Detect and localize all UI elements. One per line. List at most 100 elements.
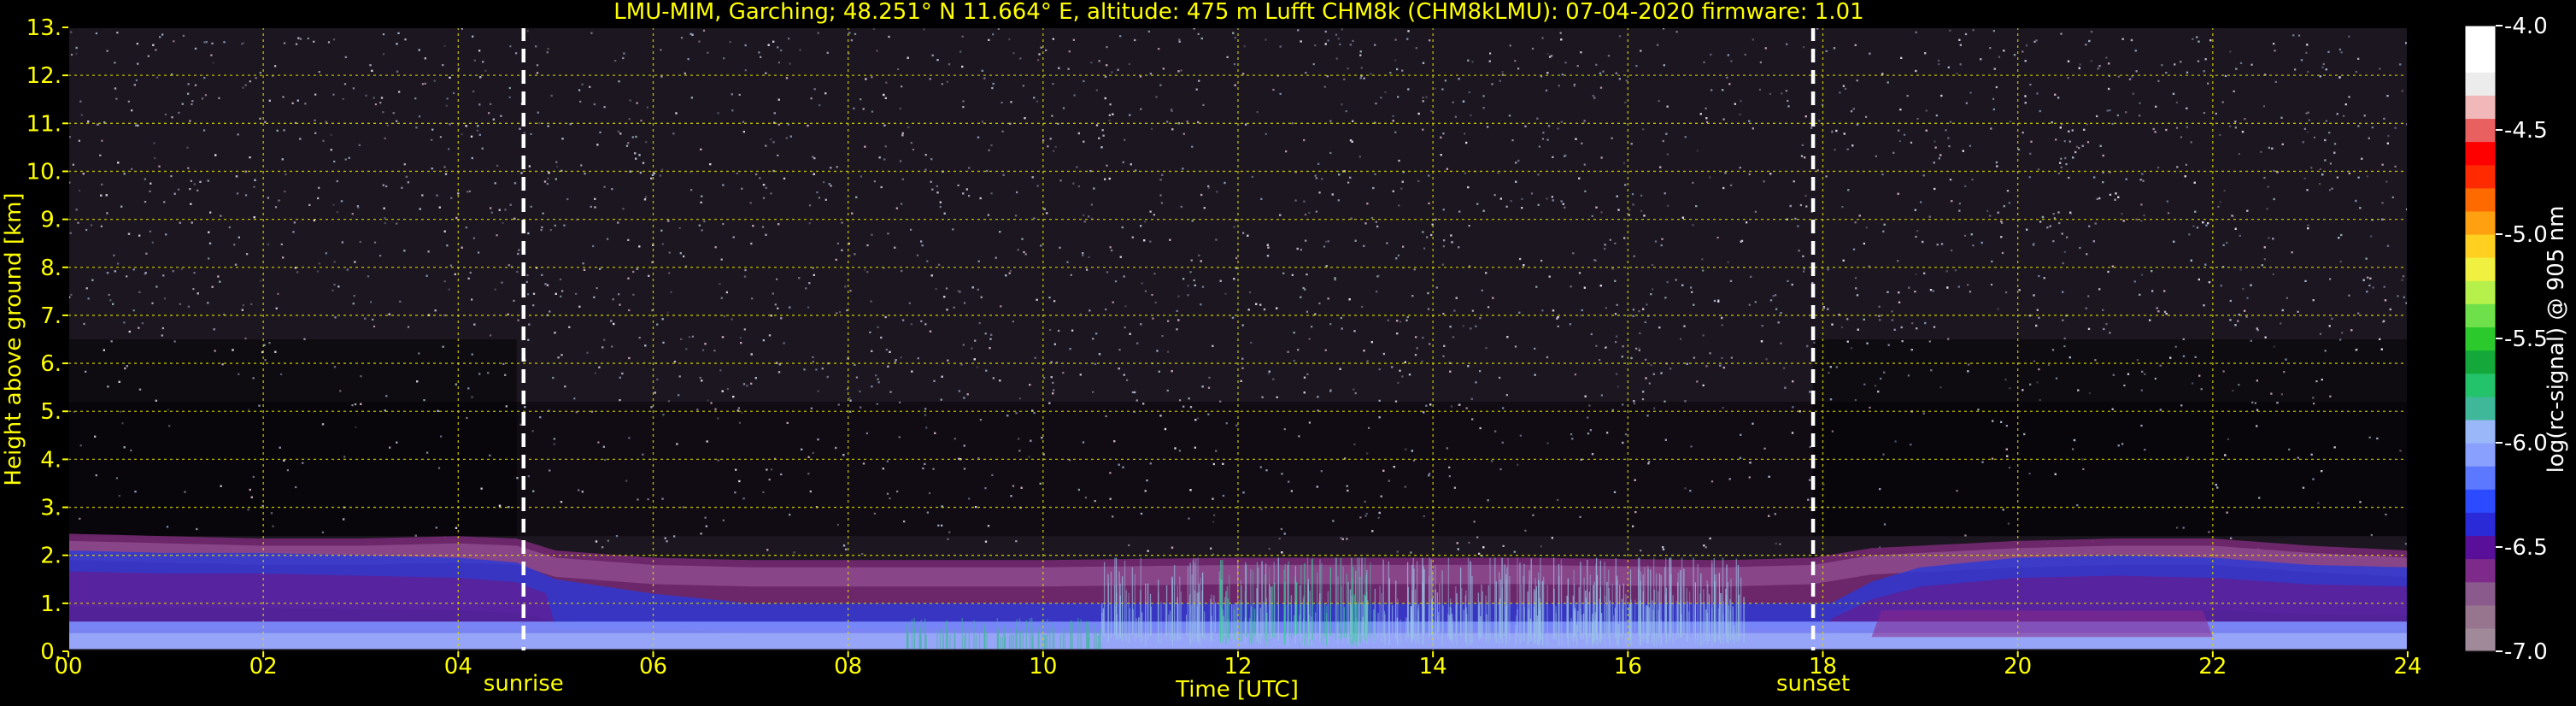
- noise-speck: [899, 107, 901, 110]
- noise-speck: [321, 531, 324, 533]
- noise-speck: [1998, 56, 2000, 58]
- noise-speck: [1012, 321, 1014, 323]
- noise-speck: [976, 366, 978, 368]
- noise-speck: [1804, 194, 1807, 197]
- noise-speck: [1509, 44, 1511, 47]
- noise-speck: [2009, 387, 2011, 390]
- noise-speck: [731, 109, 734, 112]
- noise-speck: [1090, 62, 1093, 64]
- noise-speck: [343, 83, 347, 85]
- noise-speck: [1666, 280, 1669, 284]
- noise-speck: [277, 292, 279, 295]
- noise-speck: [1202, 103, 1205, 106]
- noise-speck: [415, 126, 418, 129]
- noise-speck: [252, 475, 255, 479]
- noise-speck: [839, 311, 842, 314]
- noise-speck: [1754, 210, 1757, 213]
- noise-speck: [1705, 546, 1707, 549]
- noise-speck: [2188, 233, 2191, 236]
- noise-speck: [367, 275, 370, 278]
- noise-speck: [898, 436, 901, 438]
- noise-speck: [2280, 322, 2282, 325]
- noise-speck: [660, 49, 662, 51]
- noise-speck: [935, 287, 937, 291]
- noise-speck: [2039, 399, 2041, 402]
- noise-speck: [77, 221, 79, 224]
- noise-speck: [1625, 79, 1628, 82]
- noise-speck: [1426, 236, 1429, 238]
- noise-speck: [1916, 117, 1919, 121]
- noise-speck: [2372, 286, 2374, 289]
- noise-speck: [1754, 301, 1757, 303]
- noise-speck: [1501, 74, 1504, 76]
- noise-speck: [360, 375, 362, 378]
- noise-speck: [963, 468, 966, 470]
- noise-speck: [646, 106, 648, 109]
- noise-speck: [1105, 415, 1107, 418]
- noise-speck: [333, 261, 336, 263]
- noise-speck: [1557, 127, 1559, 130]
- noise-speck: [1084, 497, 1087, 499]
- noise-speck: [1642, 128, 1645, 131]
- noise-speck: [1874, 385, 1877, 387]
- noise-speck: [1186, 121, 1188, 123]
- noise-speck: [1948, 145, 1951, 148]
- noise-speck: [330, 133, 332, 136]
- noise-speck: [607, 539, 609, 542]
- noise-speck: [322, 139, 325, 142]
- noise-speck: [1343, 78, 1346, 80]
- noise-speck: [2133, 280, 2136, 283]
- noise-speck: [1315, 210, 1317, 213]
- noise-speck: [2035, 39, 2038, 42]
- noise-speck: [702, 29, 706, 32]
- noise-speck: [662, 414, 665, 416]
- noise-speck: [1690, 445, 1693, 448]
- noise-speck: [1624, 101, 1627, 103]
- noise-speck: [836, 242, 839, 244]
- noise-speck: [244, 337, 247, 340]
- noise-speck: [666, 311, 669, 314]
- noise-speck: [959, 291, 961, 293]
- noise-speck: [2366, 175, 2368, 178]
- noise-speck: [1106, 46, 1108, 49]
- noise-speck: [1969, 144, 1971, 147]
- noise-speck: [1501, 71, 1504, 74]
- noise-speck: [1397, 381, 1399, 384]
- noise-speck: [151, 241, 154, 244]
- noise-speck: [668, 251, 671, 254]
- noise-speck: [1422, 97, 1424, 99]
- noise-speck: [296, 271, 299, 274]
- noise-speck: [2263, 258, 2266, 261]
- noise-speck: [816, 191, 819, 194]
- noise-speck: [1151, 127, 1153, 131]
- noise-speck: [612, 298, 614, 301]
- noise-speck: [2192, 382, 2194, 385]
- noise-speck: [2403, 296, 2405, 298]
- noise-speck: [1304, 214, 1307, 216]
- noise-speck: [1666, 204, 1669, 207]
- noise-speck: [875, 374, 877, 377]
- noise-speck: [2090, 60, 2092, 62]
- noise-speck: [2036, 381, 2039, 384]
- noise-speck: [1632, 309, 1634, 311]
- noise-speck: [2238, 384, 2240, 386]
- noise-speck: [968, 497, 971, 500]
- noise-speck: [1398, 204, 1400, 207]
- noise-speck: [717, 112, 719, 115]
- noise-speck: [755, 173, 758, 176]
- noise-speck: [508, 264, 510, 267]
- noise-speck: [702, 349, 705, 351]
- noise-speck: [1329, 151, 1332, 155]
- noise-speck: [445, 104, 448, 107]
- noise-speck: [1949, 29, 1951, 32]
- noise-speck: [586, 351, 589, 354]
- noise-speck: [336, 211, 338, 214]
- noise-speck: [1179, 399, 1182, 402]
- noise-speck: [440, 435, 443, 438]
- noise-speck: [1546, 138, 1549, 141]
- noise-speck: [770, 192, 772, 195]
- noise-speck: [332, 203, 335, 206]
- noise-speck: [2263, 176, 2266, 179]
- noise-speck: [1365, 513, 1368, 515]
- noise-speck: [285, 173, 287, 176]
